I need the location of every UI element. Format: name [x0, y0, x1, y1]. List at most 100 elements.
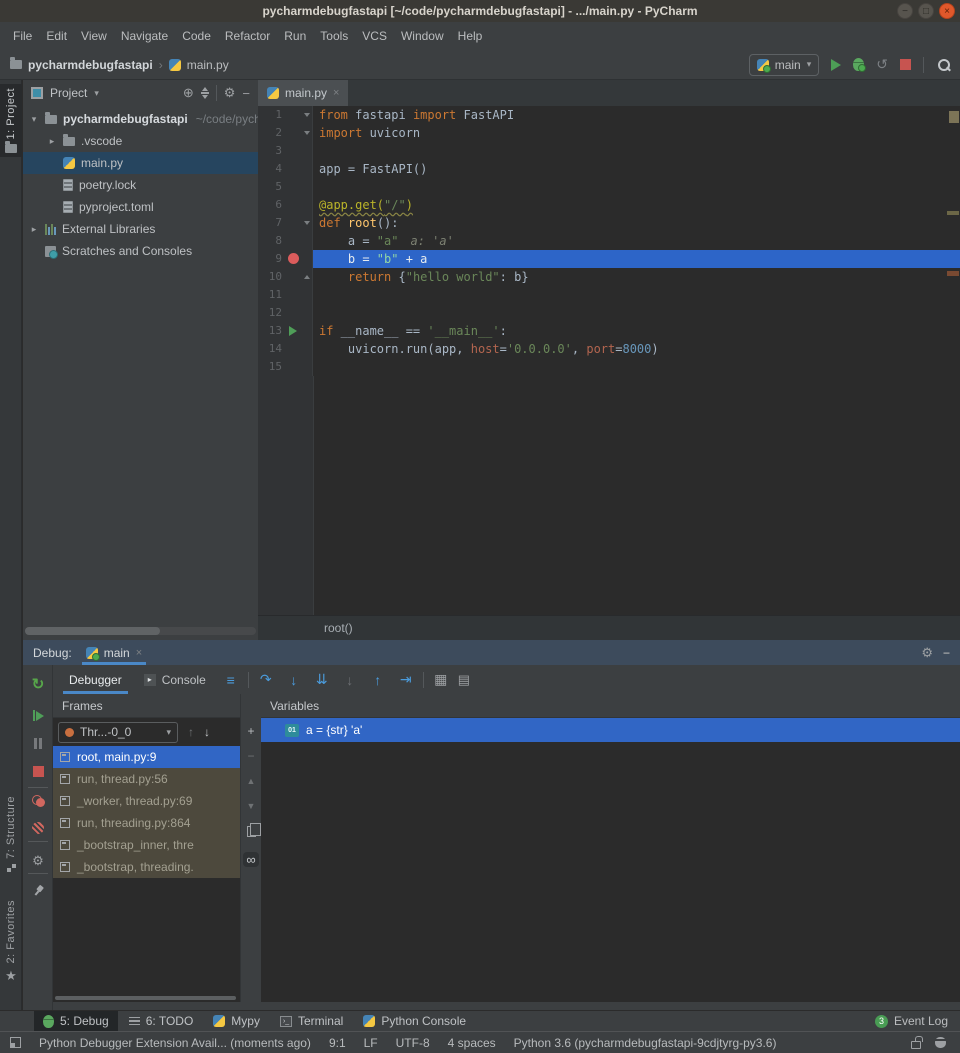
breadcrumb-file[interactable]: main.py — [187, 58, 229, 72]
breadcrumb-project[interactable]: pycharmdebugfastapi — [28, 58, 153, 72]
code-line-9[interactable]: 9 b = "b" + a — [258, 250, 960, 268]
gutter[interactable] — [286, 286, 302, 304]
status-item-4[interactable]: 4 spaces — [448, 1036, 496, 1050]
stripe-project-button[interactable]: 1: Project — [0, 84, 22, 157]
tree-item-pyproject-toml[interactable]: pyproject.toml — [23, 196, 258, 218]
variable-row[interactable]: 01a = {str} 'a' — [261, 718, 960, 742]
hide-panel-icon[interactable]: − — [242, 86, 250, 101]
hector-inspector-icon[interactable] — [935, 1037, 946, 1048]
pause-button[interactable] — [34, 738, 42, 749]
code-line-6[interactable]: 6@app.get("/") — [258, 196, 960, 214]
gear-icon[interactable]: ⚙ — [921, 645, 933, 661]
show-watches-icon[interactable]: ∞ — [243, 852, 258, 867]
inspection-status-mark[interactable] — [949, 111, 959, 123]
tab-debugger[interactable]: Debugger — [61, 669, 130, 691]
code-text[interactable]: app = FastAPI() — [313, 160, 960, 178]
menu-run[interactable]: Run — [277, 25, 313, 47]
code-text[interactable] — [313, 142, 960, 160]
tree-item-scratches-and-consoles[interactable]: Scratches and Consoles — [23, 240, 258, 262]
hide-panel-icon[interactable]: − — [943, 646, 950, 660]
breakpoint-icon[interactable] — [288, 253, 299, 264]
fold-gutter[interactable] — [302, 232, 313, 250]
gutter[interactable] — [286, 322, 302, 340]
coverage-button[interactable]: ↺ — [876, 56, 888, 73]
toolwindow-mypy[interactable]: Mypy — [204, 1011, 269, 1031]
fold-gutter[interactable] — [302, 124, 313, 142]
code-text[interactable]: @app.get("/") — [313, 196, 960, 214]
code-line-12[interactable]: 12 — [258, 304, 960, 322]
gutter[interactable] — [286, 232, 302, 250]
fold-gutter[interactable] — [302, 358, 313, 376]
previous-frame-icon[interactable]: ↑ — [188, 725, 194, 739]
menu-edit[interactable]: Edit — [39, 25, 74, 47]
fold-gutter[interactable] — [302, 178, 313, 196]
status-item-1[interactable]: 9:1 — [329, 1036, 346, 1050]
tree-item-pycharmdebugfastapi[interactable]: ▾pycharmdebugfastapi~/code/pycharmdebugf… — [23, 108, 258, 130]
fold-icon[interactable] — [304, 131, 310, 135]
maximize-window-icon[interactable]: □ — [918, 3, 934, 19]
fold-icon[interactable] — [304, 113, 310, 117]
gutter[interactable] — [286, 142, 302, 160]
fold-gutter[interactable] — [302, 340, 313, 358]
down-arrow-icon[interactable]: ▾ — [29, 114, 39, 125]
minimize-window-icon[interactable]: − — [897, 3, 913, 19]
step-over-button[interactable]: ↷ — [255, 671, 277, 688]
toolwindow-toggle-icon[interactable] — [10, 1037, 21, 1048]
close-session-icon[interactable]: × — [136, 647, 142, 659]
code-text[interactable]: a = "a"a: 'a' — [313, 232, 960, 250]
right-arrow-icon[interactable]: ▸ — [47, 136, 57, 147]
tab-console[interactable]: ▸Console — [136, 669, 214, 691]
code-line-8[interactable]: 8 a = "a"a: 'a' — [258, 232, 960, 250]
code-text[interactable]: uvicorn.run(app, host='0.0.0.0', port=80… — [313, 340, 960, 358]
frame-row[interactable]: run, thread.py:56 — [53, 768, 240, 790]
debug-session-tab[interactable]: main × — [82, 640, 146, 665]
debug-settings-button[interactable]: ⚙ — [32, 853, 44, 869]
gear-icon[interactable]: ⚙ — [224, 85, 236, 101]
gutter[interactable] — [286, 250, 302, 268]
view-breakpoints-button[interactable] — [32, 795, 45, 807]
status-item-5[interactable]: Python 3.6 (pycharmdebugfastapi-9cdjtyrg… — [514, 1036, 777, 1050]
menu-vcs[interactable]: VCS — [355, 25, 394, 47]
code-line-14[interactable]: 14 uvicorn.run(app, host='0.0.0.0', port… — [258, 340, 960, 358]
mute-breakpoints-button[interactable] — [32, 822, 44, 834]
step-out-button[interactable]: ↑ — [367, 672, 389, 688]
run-line-icon[interactable] — [289, 326, 297, 336]
debug-button[interactable] — [853, 58, 864, 71]
move-up-icon[interactable]: ▲ — [247, 776, 256, 786]
chevron-down-icon[interactable]: ▾ — [94, 88, 99, 99]
gutter[interactable] — [286, 178, 302, 196]
close-tab-icon[interactable]: × — [333, 87, 339, 99]
stripe-structure-button[interactable]: 7: Structure — [0, 792, 22, 877]
next-frame-icon[interactable]: ↓ — [204, 725, 210, 739]
close-window-icon[interactable]: × — [939, 3, 955, 19]
force-step-into-button[interactable]: ⇊ — [311, 671, 333, 688]
code-line-10[interactable]: 10 return {"hello world": b} — [258, 268, 960, 286]
menu-view[interactable]: View — [74, 25, 114, 47]
menu-file[interactable]: File — [6, 25, 39, 47]
status-item-0[interactable]: Python Debugger Extension Avail... (mome… — [39, 1036, 311, 1050]
code-text[interactable]: return {"hello world": b} — [313, 268, 960, 286]
menu-navigate[interactable]: Navigate — [114, 25, 175, 47]
pin-button[interactable] — [30, 883, 45, 898]
gutter[interactable] — [286, 214, 302, 232]
duplicate-watch-icon[interactable] — [247, 826, 256, 837]
code-line-11[interactable]: 11 — [258, 286, 960, 304]
layout-settings-icon[interactable]: ▤ — [458, 672, 470, 688]
tree-item-main-py[interactable]: main.py — [23, 152, 258, 174]
stop-button[interactable] — [900, 59, 911, 70]
fold-gutter[interactable] — [302, 286, 313, 304]
tree-item-external-libraries[interactable]: ▸External Libraries — [23, 218, 258, 240]
tree-item--vscode[interactable]: ▸.vscode — [23, 130, 258, 152]
code-line-1[interactable]: 1from fastapi import FastAPI — [258, 106, 960, 124]
lock-icon[interactable] — [911, 1041, 921, 1049]
event-log-button[interactable]: 3 Event Log — [875, 1014, 960, 1028]
gutter[interactable] — [286, 358, 302, 376]
menu-code[interactable]: Code — [175, 25, 218, 47]
thread-select[interactable]: Thr...-0_0 ▾ — [58, 722, 178, 743]
breadcrumb-function[interactable]: root() — [324, 621, 353, 635]
gutter[interactable] — [286, 106, 302, 124]
frame-row[interactable]: _worker, thread.py:69 — [53, 790, 240, 812]
search-everywhere-button[interactable] — [936, 58, 950, 72]
fold-gutter[interactable] — [302, 142, 313, 160]
run-button[interactable] — [831, 59, 841, 71]
